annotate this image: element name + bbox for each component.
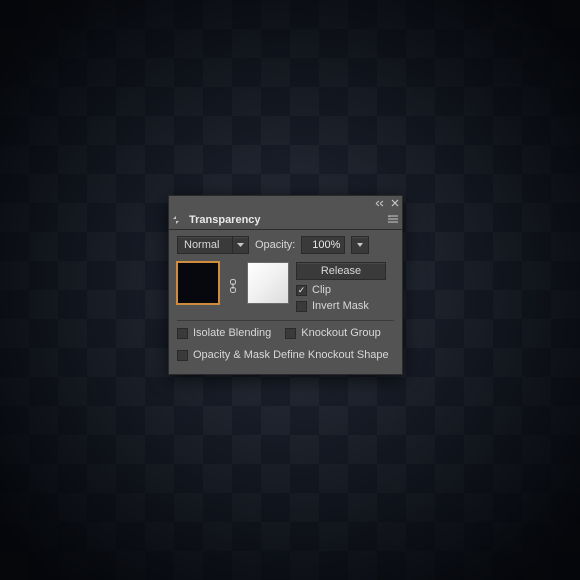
artwork-thumbnail[interactable] xyxy=(177,262,219,304)
knockout-group-label: Knockout Group xyxy=(301,327,381,339)
checkbox-icon xyxy=(177,350,188,361)
panel-titlebar xyxy=(169,196,402,210)
flyout-menu-icon[interactable] xyxy=(384,214,402,226)
isolate-blending-label: Isolate Blending xyxy=(193,327,271,339)
checkbox-icon xyxy=(296,301,307,312)
opacity-mask-define-checkbox[interactable]: Opacity & Mask Define Knockout Shape xyxy=(177,349,394,361)
blend-mode-value: Normal xyxy=(184,239,219,251)
panel-tabrow: Transparency xyxy=(169,210,402,230)
panel-content: Normal Opacity: Release ✓ Clip xyxy=(169,230,402,374)
release-button[interactable]: Release xyxy=(296,262,386,280)
opacity-slider-button[interactable] xyxy=(351,236,369,254)
checkbox-icon xyxy=(285,328,296,339)
mask-thumbnail[interactable] xyxy=(247,262,289,304)
blend-mode-dropdown[interactable]: Normal xyxy=(177,236,249,254)
collapse-icon[interactable] xyxy=(374,198,384,208)
checkbox-icon: ✓ xyxy=(296,285,307,296)
opacity-label: Opacity: xyxy=(255,239,295,251)
clip-label: Clip xyxy=(312,284,331,296)
checkbox-icon xyxy=(177,328,188,339)
transparency-panel: Transparency Normal Opacity: xyxy=(168,195,403,375)
close-icon[interactable] xyxy=(390,198,400,208)
invert-mask-checkbox[interactable]: Invert Mask xyxy=(296,300,394,312)
opacity-mask-define-label: Opacity & Mask Define Knockout Shape xyxy=(193,349,389,361)
cycle-icon[interactable] xyxy=(171,215,181,225)
link-mask-icon[interactable] xyxy=(226,279,240,296)
clip-checkbox[interactable]: ✓ Clip xyxy=(296,284,394,296)
knockout-group-checkbox[interactable]: Knockout Group xyxy=(285,327,381,339)
opacity-input[interactable] xyxy=(301,236,345,254)
invert-mask-label: Invert Mask xyxy=(312,300,369,312)
chevron-down-icon xyxy=(232,237,248,253)
isolate-blending-checkbox[interactable]: Isolate Blending xyxy=(177,327,271,339)
tab-transparency[interactable]: Transparency xyxy=(181,210,269,230)
